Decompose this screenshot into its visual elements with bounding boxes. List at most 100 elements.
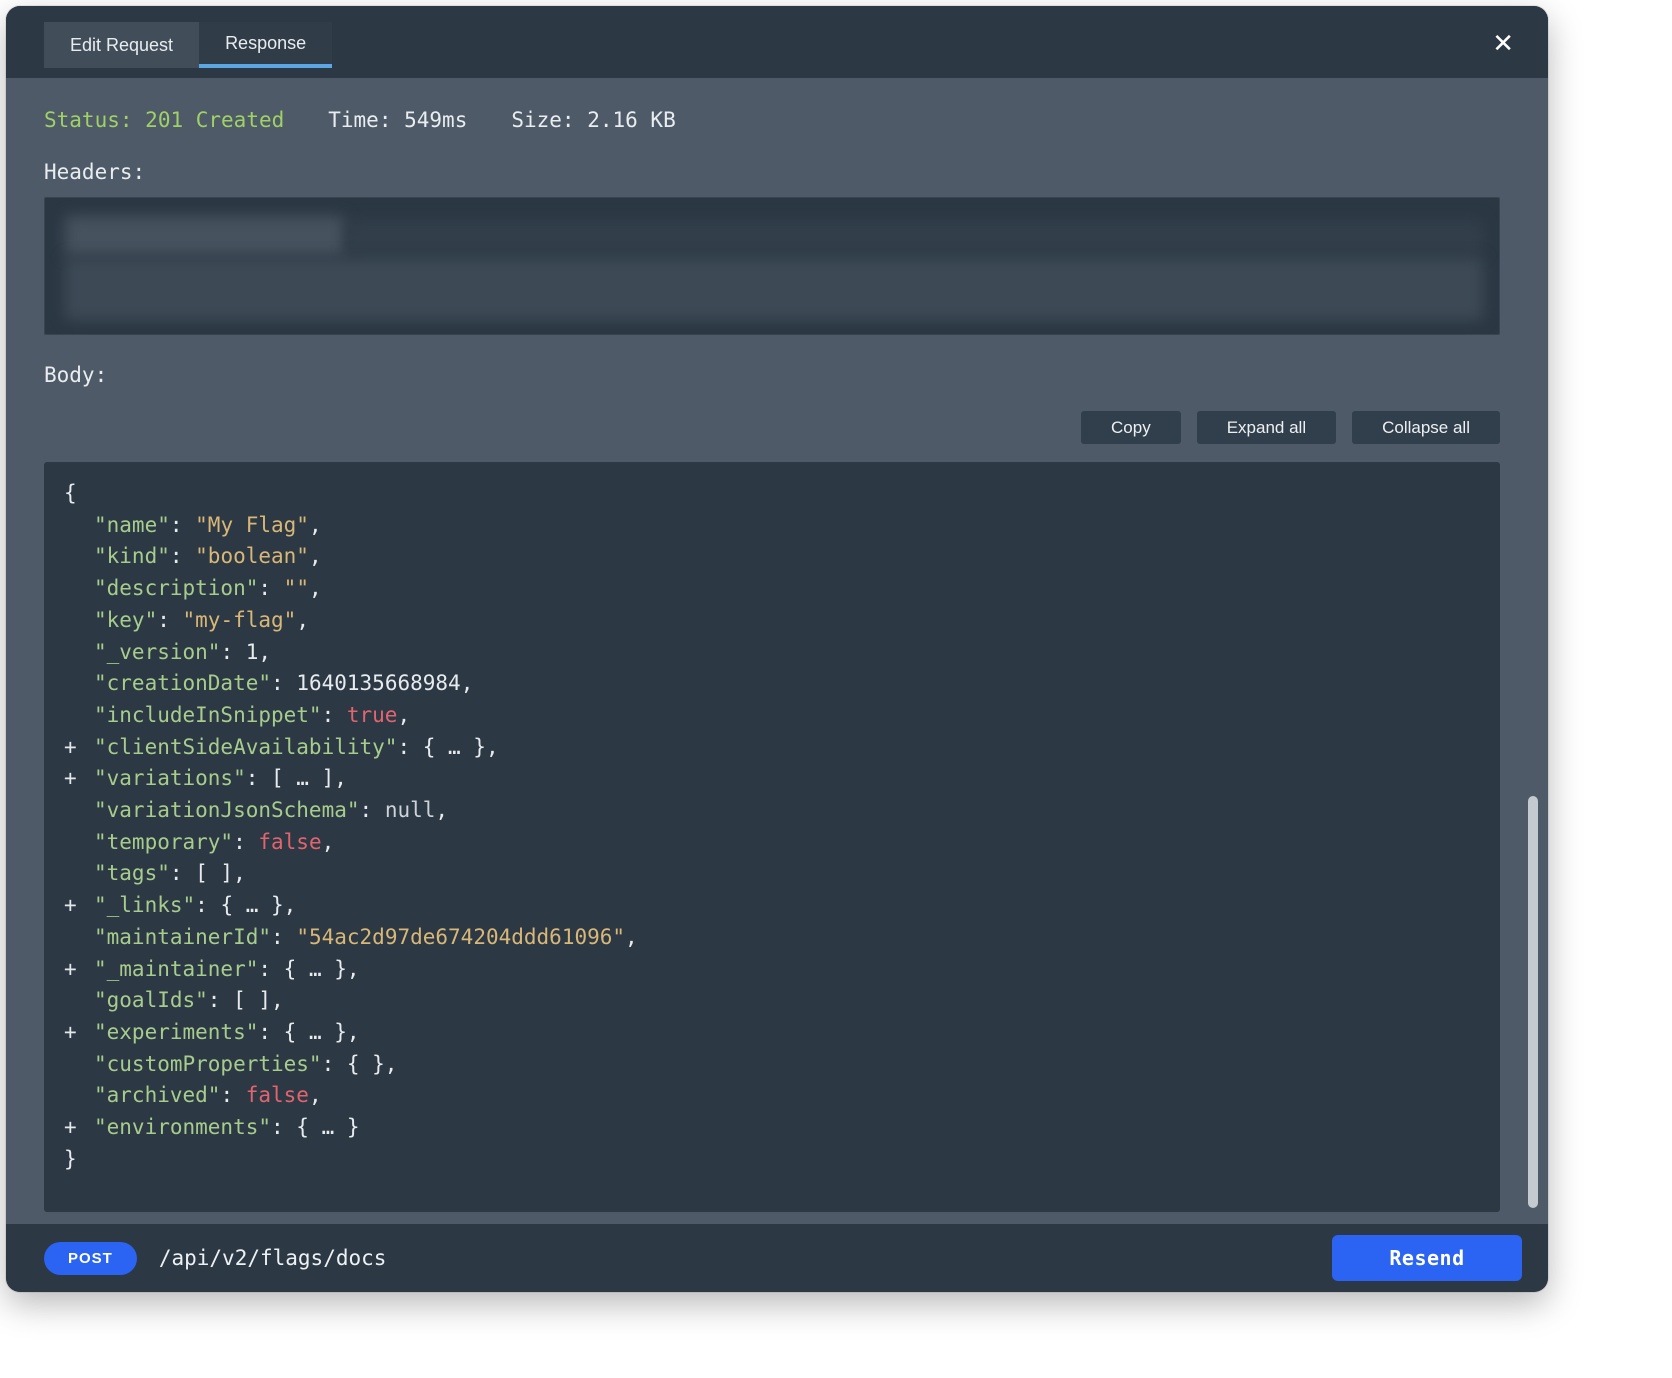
json-body[interactable]: {"name": "My Flag","kind": "boolean","de… — [44, 462, 1500, 1212]
response-headers-box — [44, 197, 1500, 335]
expand-toggle-icon[interactable]: + — [64, 1017, 77, 1049]
code-token: "maintainerId" — [94, 925, 271, 949]
code-line: + "_links": { … }, — [64, 890, 1480, 922]
code-token: : { }, — [322, 1052, 398, 1076]
method-badge: POST — [44, 1242, 137, 1275]
code-token: "experiments" — [94, 1020, 258, 1044]
request-response-modal: Edit Request Response ✕ Status: 201 Crea… — [6, 6, 1548, 1292]
code-token: "clientSideAvailability" — [94, 735, 397, 759]
code-token: false — [246, 1083, 309, 1107]
code-token: "environments" — [94, 1115, 271, 1139]
code-line: "kind": "boolean", — [64, 541, 1480, 573]
collapse-all-button[interactable]: Collapse all — [1352, 411, 1500, 444]
code-token: "creationDate" — [94, 671, 271, 695]
code-token: , — [296, 608, 309, 632]
code-token: : — [170, 544, 195, 568]
code-line: "customProperties": { }, — [64, 1049, 1480, 1081]
code-token: , — [309, 513, 322, 537]
code-token: "key" — [94, 608, 157, 632]
scrollbar-thumb[interactable] — [1528, 796, 1538, 1208]
code-token: false — [258, 830, 321, 854]
code-token: , — [397, 703, 410, 727]
code-line: "_version": 1, — [64, 637, 1480, 669]
code-line: "creationDate": 1640135668984, — [64, 668, 1480, 700]
tab-response[interactable]: Response — [199, 22, 332, 68]
code-token: "goalIds" — [94, 988, 208, 1012]
resend-button[interactable]: Resend — [1332, 1235, 1522, 1281]
code-token: : [ ], — [208, 988, 284, 1012]
code-token: "variations" — [94, 766, 246, 790]
code-token: : { … } — [271, 1115, 360, 1139]
tab-bar: Edit Request Response — [44, 22, 332, 68]
code-token: "name" — [94, 513, 170, 537]
time-text: Time: 549ms — [328, 108, 467, 132]
code-token: : [ ], — [170, 861, 246, 885]
redacted-header-content — [65, 258, 1483, 320]
code-token: , — [309, 544, 322, 568]
close-icon[interactable]: ✕ — [1488, 26, 1518, 60]
redacted-header-content — [347, 220, 1483, 254]
response-panel: Status: 201 Created Time: 549ms Size: 2.… — [6, 108, 1548, 1212]
code-token: : — [220, 640, 245, 664]
code-token: , — [435, 798, 448, 822]
code-token: : { … }, — [195, 893, 296, 917]
code-token: "" — [284, 576, 309, 600]
code-token: , — [309, 576, 322, 600]
code-line: + "experiments": { … }, — [64, 1017, 1480, 1049]
code-token: , — [258, 640, 271, 664]
code-line: "archived": false, — [64, 1080, 1480, 1112]
code-token: , — [625, 925, 638, 949]
code-token: "includeInSnippet" — [94, 703, 322, 727]
code-token: : — [157, 608, 182, 632]
expand-toggle-icon[interactable]: + — [64, 954, 77, 986]
tab-edit-request[interactable]: Edit Request — [44, 22, 199, 68]
code-line: "variationJsonSchema": null, — [64, 795, 1480, 827]
code-line: } — [64, 1144, 1480, 1176]
headers-label: Headers: — [44, 160, 1500, 184]
code-token: "variationJsonSchema" — [94, 798, 360, 822]
code-token: "customProperties" — [94, 1052, 322, 1076]
status-text: Status: 201 Created — [44, 108, 284, 132]
code-line: "temporary": false, — [64, 827, 1480, 859]
expand-toggle-icon[interactable]: + — [64, 732, 77, 764]
expand-all-button[interactable]: Expand all — [1197, 411, 1336, 444]
size-text: Size: 2.16 KB — [511, 108, 675, 132]
code-line: "maintainerId": "54ac2d97de674204ddd6109… — [64, 922, 1480, 954]
code-line: + "environments": { … } — [64, 1112, 1480, 1144]
code-token: "archived" — [94, 1083, 220, 1107]
code-token: , — [322, 830, 335, 854]
code-line: "description": "", — [64, 573, 1480, 605]
code-line: { — [64, 478, 1480, 510]
code-line: "includeInSnippet": true, — [64, 700, 1480, 732]
code-token: 1 — [246, 640, 259, 664]
code-token: : — [271, 925, 296, 949]
code-line: "key": "my-flag", — [64, 605, 1480, 637]
code-token: : { … }, — [258, 1020, 359, 1044]
code-token: 1640135668984 — [296, 671, 460, 695]
code-token: "My Flag" — [195, 513, 309, 537]
code-token: { — [64, 481, 77, 505]
expand-toggle-icon[interactable]: + — [64, 1112, 77, 1144]
copy-button[interactable]: Copy — [1081, 411, 1181, 444]
code-token: "54ac2d97de674204ddd61096" — [296, 925, 625, 949]
code-token: : — [170, 513, 195, 537]
code-token: "_links" — [94, 893, 195, 917]
code-token: : — [233, 830, 258, 854]
status-row: Status: 201 Created Time: 549ms Size: 2.… — [44, 108, 1500, 132]
code-line: "name": "My Flag", — [64, 510, 1480, 542]
code-line: "tags": [ ], — [64, 858, 1480, 890]
code-token: "kind" — [94, 544, 170, 568]
code-token: : — [258, 576, 283, 600]
modal-footer: POST /api/v2/flags/docs Resend — [6, 1224, 1548, 1292]
code-token: "temporary" — [94, 830, 233, 854]
expand-toggle-icon[interactable]: + — [64, 890, 77, 922]
code-token: , — [309, 1083, 322, 1107]
code-line: +"clientSideAvailability": { … }, — [64, 732, 1480, 764]
code-token: : [ … ], — [246, 766, 347, 790]
code-token: : — [322, 703, 347, 727]
code-token: "description" — [94, 576, 258, 600]
expand-toggle-icon[interactable]: + — [64, 763, 77, 795]
code-token: } — [64, 1147, 77, 1171]
code-token: : — [271, 671, 296, 695]
redacted-header-content — [65, 216, 345, 256]
